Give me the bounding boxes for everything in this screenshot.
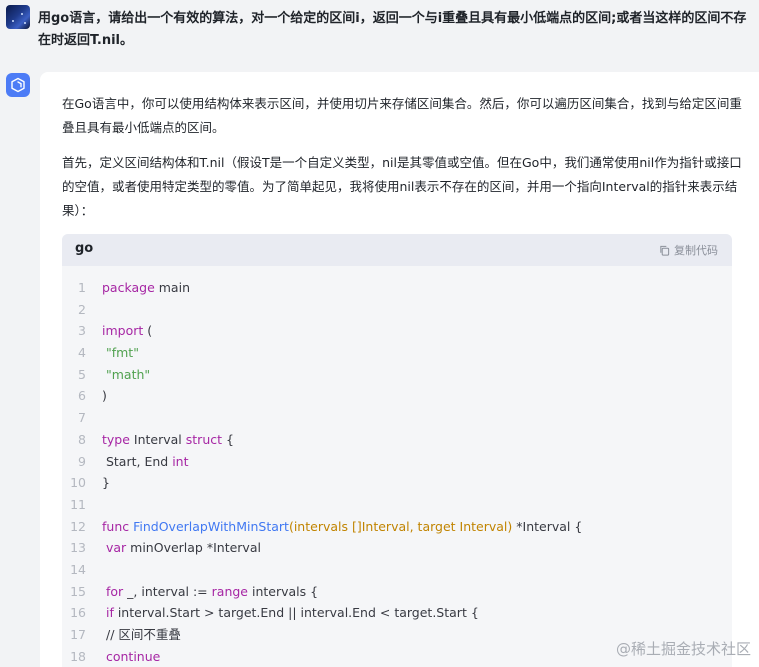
code-token: (	[143, 323, 153, 339]
line-number: 8	[78, 431, 86, 447]
code-token: interval.Start > target.End || interval.…	[113, 605, 479, 621]
code-token: Interval	[129, 431, 186, 447]
code-token: struct	[185, 431, 223, 447]
line-number: 5	[78, 366, 86, 382]
code-line: 7	[62, 407, 732, 429]
line-number: 13	[70, 540, 86, 556]
code-text: package main	[102, 277, 190, 299]
code-token: minOverlap *Interval	[126, 540, 261, 556]
line-number: 2	[78, 301, 86, 317]
line-number: 4	[78, 345, 86, 361]
code-text: // 区间不重叠	[102, 624, 181, 646]
line-number: 18	[70, 648, 86, 664]
code-token: range	[211, 583, 248, 599]
line-number: 11	[70, 496, 86, 512]
code-line: 2	[62, 299, 732, 321]
line-number: 16	[70, 605, 86, 621]
code-token: intervals {	[248, 583, 319, 599]
code-token: Start, End	[102, 453, 173, 469]
code-token: package	[102, 280, 155, 295]
code-token: {	[222, 431, 234, 447]
line-number: 3	[78, 323, 86, 339]
copy-icon	[660, 245, 670, 256]
code-token: type	[102, 431, 130, 447]
line-number: 12	[70, 518, 86, 534]
line-number: 6	[78, 388, 86, 404]
code-token: "math"	[105, 366, 151, 382]
code-token: var	[105, 540, 127, 556]
code-text: import (	[102, 320, 152, 342]
line-number: 10	[70, 475, 86, 491]
code-text: )	[102, 385, 107, 407]
answer-paragraph-1: 在Go语言中，你可以使用结构体来表示区间，并使用切片来存储区间集合。然后，你可以…	[62, 96, 742, 135]
code-token: )	[102, 388, 107, 404]
code-text: for _, interval := range intervals {	[102, 581, 318, 603]
answer-paragraph-2: 首先，定义区间结构体和T.nil（假设T是一个自定义类型，nil是其零值或空值。…	[62, 155, 742, 218]
code-line: 5 "math"	[62, 364, 732, 386]
code-line: 13 var minOverlap *Interval	[62, 537, 732, 559]
code-token: // 区间不重叠	[105, 627, 181, 642]
code-line: 11	[62, 494, 732, 516]
code-header: go 复制代码	[62, 234, 732, 266]
code-text: continue	[102, 646, 160, 667]
code-text: Start, End int	[102, 451, 189, 473]
code-block: go 复制代码 1 package main 2 3 import (4 "fmt" 5 …	[62, 234, 732, 667]
code-line: 15 for _, interval := range intervals {	[62, 581, 732, 603]
line-number: 1	[78, 280, 86, 295]
cube-logo-icon	[11, 77, 25, 93]
code-token: import	[102, 323, 144, 339]
code-token: func	[102, 518, 130, 534]
code-token: if	[105, 605, 114, 621]
code-line: 14	[62, 559, 732, 581]
code-text: var minOverlap *Interval	[102, 537, 261, 559]
code-line: 9 Start, End int	[62, 451, 732, 473]
code-text: func FindOverlapWithMinStart(intervals […	[102, 516, 582, 538]
user-question-text: 用go语言，请给出一个有效的算法，对一个给定的区间i，返回一个与i重叠且具有最小…	[38, 11, 747, 48]
code-token: continue	[105, 648, 161, 664]
copy-code-label: 复制代码	[674, 244, 718, 257]
code-line: 16 if interval.Start > target.End || int…	[62, 602, 732, 624]
line-number: 17	[70, 627, 86, 642]
code-line: 4 "fmt"	[62, 342, 732, 364]
code-token: (intervals []Interval, target Interval)	[288, 518, 513, 534]
line-number: 14	[70, 561, 86, 577]
code-token: FindOverlapWithMinStart	[133, 518, 289, 534]
code-line: 8 type Interval struct {	[62, 429, 732, 451]
code-token: }	[102, 475, 110, 491]
code-text: "fmt"	[102, 342, 139, 364]
answer-card: 在Go语言中，你可以使用结构体来表示区间，并使用切片来存储区间集合。然后，你可以…	[40, 72, 759, 667]
code-text: type Interval struct {	[102, 429, 234, 451]
user-avatar	[6, 5, 30, 29]
line-number: 9	[78, 453, 86, 469]
copy-code-button[interactable]: 复制代码	[659, 242, 718, 258]
code-token: main	[154, 280, 190, 295]
code-text: "math"	[102, 364, 150, 386]
code-token: "fmt"	[105, 345, 139, 361]
code-token: *Interval {	[512, 518, 583, 534]
line-number: 15	[70, 583, 86, 599]
user-message: 用go语言，请给出一个有效的算法，对一个给定的区间i，返回一个与i重叠且具有最小…	[0, 0, 759, 60]
code-text: }	[102, 472, 110, 494]
code-language-label: go	[75, 241, 94, 256]
code-line: 6)	[62, 385, 732, 407]
code-line: 12 func FindOverlapWithMinStart(intervals…	[62, 516, 732, 538]
code-line: 3 import (	[62, 320, 732, 342]
code-text: if interval.Start > target.End || interv…	[102, 602, 479, 624]
code-body: 1 package main 2 3 import (4 "fmt" 5 "math" 6)…	[62, 266, 732, 667]
code-token: int	[172, 453, 189, 469]
line-number: 7	[78, 410, 86, 426]
code-token: _, interval :=	[123, 583, 212, 599]
watermark: @稀土掘金技术社区	[615, 640, 751, 658]
bot-avatar	[6, 73, 30, 97]
code-token: for	[105, 583, 124, 599]
code-line: 10}	[62, 472, 732, 494]
code-line: 1 package main	[62, 277, 732, 299]
